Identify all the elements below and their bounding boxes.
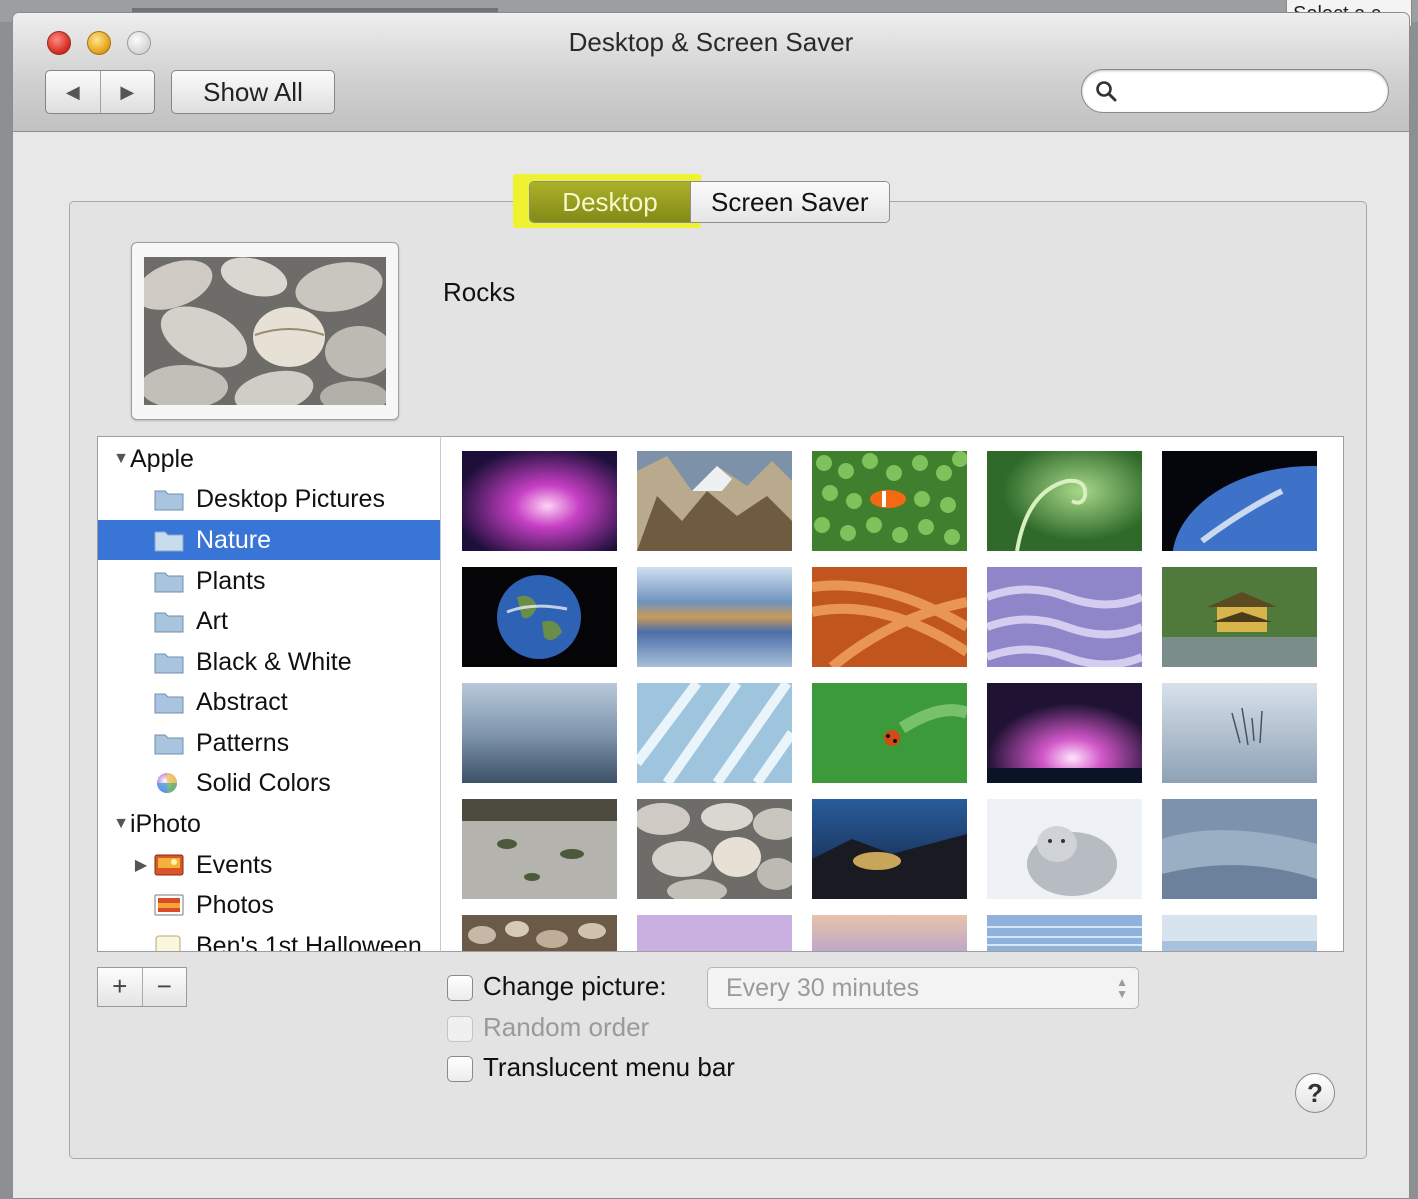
sidebar-item-abstract[interactable]: Abstract — [98, 682, 440, 722]
sidebar-item-album[interactable]: Ben's 1st Halloween — [98, 926, 440, 952]
thumbnail-snow-leopard[interactable] — [987, 799, 1142, 899]
source-list[interactable]: ▼ Apple Desktop Pictures Nature Plants A… — [97, 436, 441, 952]
group-label: iPhoto — [130, 809, 201, 838]
folder-icon — [154, 487, 184, 511]
iphoto-events-icon — [154, 853, 184, 877]
sidebar-item-label: Ben's 1st Halloween — [196, 931, 422, 952]
folder-icon — [154, 528, 184, 552]
disclosure-expanded-icon[interactable]: ▼ — [112, 450, 130, 468]
tab-screen-saver[interactable]: Screen Saver — [690, 182, 889, 222]
folder-icon — [154, 569, 184, 593]
sidebar-item-label: Art — [196, 606, 228, 635]
change-picture-label: Change picture: — [483, 971, 667, 1001]
sidebar-item-art[interactable]: Art — [98, 601, 440, 641]
back-arrow-icon: ◀ — [65, 81, 80, 102]
interval-value: Every 30 minutes — [726, 974, 920, 1002]
thumbnail-aurora[interactable] — [462, 451, 617, 551]
sidebar-item-label: Desktop Pictures — [196, 484, 385, 513]
folder-icon — [154, 650, 184, 674]
sidebar-item-black-white[interactable]: Black & White — [98, 642, 440, 682]
sidebar-item-solid-colors[interactable]: Solid Colors — [98, 763, 440, 803]
sidebar-item-nature[interactable]: Nature — [98, 520, 440, 560]
sidebar-item-events[interactable]: ▶ Events — [98, 845, 440, 885]
popup-arrows-icon: ▲ ▼ — [1116, 975, 1128, 1001]
tab-bar: Desktop Screen Saver — [529, 181, 890, 223]
iphoto-photos-icon — [154, 893, 184, 917]
title-bar: Desktop & Screen Saver ◀ ▶ Show All — [13, 13, 1409, 132]
interval-popup[interactable]: Every 30 minutes ▲ ▼ — [707, 967, 1139, 1009]
thumbnail-ice[interactable] — [637, 683, 792, 783]
thumbnail-calm-sea[interactable] — [462, 683, 617, 783]
thumbnail-sunset[interactable] — [812, 915, 967, 951]
thumbnail-clownfish[interactable] — [812, 451, 967, 551]
thumbnail-pavilion[interactable] — [1162, 567, 1317, 667]
thumbnail-reeds[interactable] — [1162, 683, 1317, 783]
back-forward-control: ◀ ▶ — [45, 70, 155, 114]
search-field[interactable] — [1081, 69, 1389, 113]
back-button[interactable]: ◀ — [46, 71, 100, 113]
thumbnail-mountains[interactable] — [637, 451, 792, 551]
picture-grid[interactable] — [440, 436, 1344, 952]
thumbnail-lavender-sky[interactable] — [637, 915, 792, 951]
thumbnail-fern[interactable] — [987, 451, 1142, 551]
disclosure-expanded-icon[interactable]: ▼ — [112, 815, 130, 833]
preview-image — [144, 257, 386, 405]
folder-icon — [154, 609, 184, 633]
disclosure-collapsed-icon[interactable]: ▶ — [132, 855, 150, 875]
thumbnail-ocean[interactable] — [987, 915, 1142, 951]
desktop-preview — [131, 242, 399, 420]
album-icon — [154, 934, 184, 951]
folder-icon — [154, 731, 184, 755]
forward-arrow-icon: ▶ — [120, 81, 135, 102]
sidebar-item-label: Plants — [196, 566, 266, 595]
color-wheel-icon — [154, 771, 184, 795]
forward-button[interactable]: ▶ — [99, 71, 155, 113]
translucent-menu-bar-checkbox[interactable] — [447, 1056, 473, 1082]
sidebar-item-label: Black & White — [196, 647, 352, 676]
sidebar-item-patterns[interactable]: Patterns — [98, 723, 440, 763]
thumbnail-purple-water[interactable] — [987, 567, 1142, 667]
sidebar-item-label: Patterns — [196, 728, 290, 757]
remove-folder-button[interactable]: − — [141, 968, 187, 1006]
thumbnail-pale-sky[interactable] — [1162, 915, 1317, 951]
change-picture-checkbox[interactable] — [447, 975, 473, 1001]
sidebar-item-plants[interactable]: Plants — [98, 561, 440, 601]
thumbnail-leopard[interactable] — [812, 799, 967, 899]
thumbnail-ladybug[interactable] — [812, 683, 967, 783]
thumbnail-pebbles[interactable] — [462, 915, 617, 951]
add-folder-button[interactable]: + — [98, 968, 142, 1006]
thumbnail-water-blur[interactable] — [637, 567, 792, 667]
sidebar-item-label: Solid Colors — [196, 768, 331, 797]
group-apple[interactable]: ▼ Apple — [98, 439, 440, 479]
search-input[interactable] — [1126, 76, 1380, 106]
thumbnail-earth[interactable] — [462, 567, 617, 667]
thumbnail-dunes[interactable] — [1162, 799, 1317, 899]
help-button[interactable]: ? — [1295, 1073, 1335, 1113]
group-label: Apple — [130, 444, 194, 473]
thumbnail-sandstone[interactable] — [812, 567, 967, 667]
random-order-label: Random order — [483, 1012, 650, 1042]
sidebar-item-label: Nature — [196, 525, 272, 554]
thumbnail-earth-horizon[interactable] — [1162, 451, 1317, 551]
search-icon — [1096, 81, 1117, 102]
tab-desktop[interactable]: Desktop — [530, 182, 690, 222]
sidebar-item-label: Abstract — [196, 687, 288, 716]
preferences-window: Desktop & Screen Saver ◀ ▶ Show All Desk… — [12, 12, 1410, 1199]
show-all-button[interactable]: Show All — [171, 70, 335, 114]
thumbnail-zen-garden[interactable] — [462, 799, 617, 899]
sidebar-item-photos[interactable]: Photos — [98, 885, 440, 925]
add-remove-control: + − — [97, 967, 187, 1007]
sidebar-item-label: Events — [196, 850, 273, 879]
picture-name: Rocks — [443, 277, 516, 307]
folder-icon — [154, 690, 184, 714]
thumbnail-rocks[interactable] — [637, 799, 792, 899]
sidebar-item-desktop-pictures[interactable]: Desktop Pictures — [98, 479, 440, 519]
translucent-menu-bar-label: Translucent menu bar — [483, 1052, 735, 1082]
window-title: Desktop & Screen Saver — [568, 27, 854, 57]
group-iphoto[interactable]: ▼ iPhoto — [98, 804, 440, 844]
thumbnail-aurora-pink[interactable] — [987, 683, 1142, 783]
random-order-checkbox[interactable] — [447, 1016, 473, 1042]
sidebar-item-label: Photos — [196, 890, 274, 919]
